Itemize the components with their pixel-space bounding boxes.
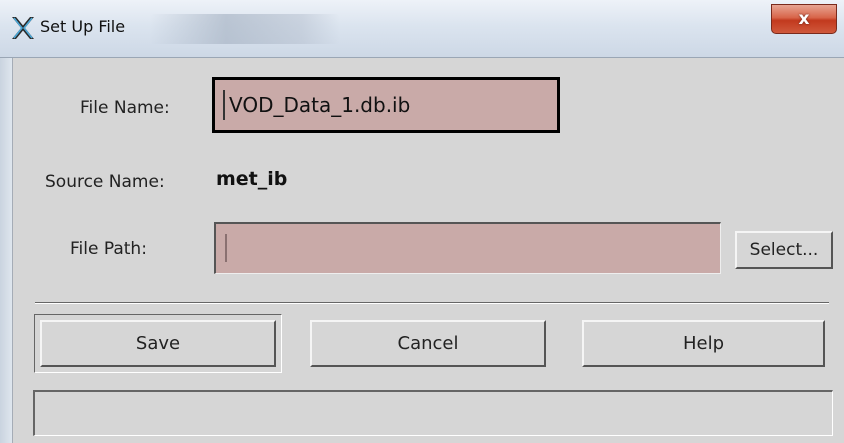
save-button-label: Save [135, 333, 181, 354]
title-bar[interactable]: Set Up File x [0, 0, 844, 58]
text-cursor-icon [223, 90, 225, 120]
cancel-button[interactable]: Cancel [310, 320, 546, 367]
window-frame-left [0, 58, 13, 443]
separator [35, 302, 829, 304]
file-name-field[interactable]: VOD_Data_1.db.ib [212, 77, 560, 133]
file-name-value: VOD_Data_1.db.ib [229, 93, 411, 117]
title-bar-background [150, 14, 340, 44]
file-name-label: File Name: [80, 98, 170, 118]
help-button-label: Help [682, 333, 725, 354]
select-button[interactable]: Select... [735, 231, 833, 269]
cancel-button-label: Cancel [397, 333, 459, 354]
select-button-label: Select... [749, 240, 819, 260]
x-window-icon [12, 17, 34, 39]
file-path-label: File Path: [70, 239, 147, 259]
status-bar [33, 390, 833, 436]
close-icon: x [798, 9, 810, 29]
window-title: Set Up File [40, 17, 126, 36]
close-button[interactable]: x [771, 4, 837, 34]
dialog-body: File Name: VOD_Data_1.db.ib Source Name:… [13, 58, 844, 443]
help-button[interactable]: Help [582, 320, 825, 367]
save-button[interactable]: Save [40, 320, 276, 367]
source-name-value: met_ib [216, 168, 288, 190]
text-cursor-icon [225, 234, 227, 262]
source-name-label: Source Name: [45, 172, 165, 192]
file-path-field[interactable] [214, 222, 721, 274]
